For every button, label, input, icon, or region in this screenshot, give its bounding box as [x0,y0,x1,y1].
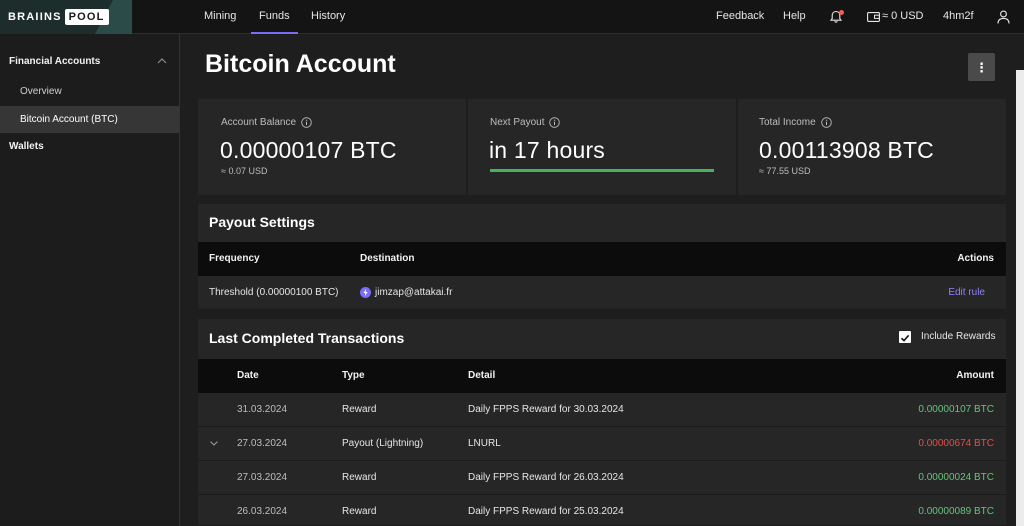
sidebar-section-wallets[interactable]: Wallets [9,141,44,152]
transaction-detail: Daily FPPS Reward for 25.03.2024 [468,506,624,517]
sidebar-item-bitcoin-account[interactable]: Bitcoin Account (BTC) [0,106,179,133]
transaction-type: Payout (Lightning) [342,438,424,449]
account-balance-usd: ≈ 0.07 USD [221,166,268,176]
nav-funds[interactable]: Funds [251,0,298,34]
payout-progress-bar [490,169,714,172]
account-balance-card: Account Balance 0.00000107 BTC ≈ 0.07 US… [198,99,466,195]
transaction-type: Reward [342,472,377,483]
payout-frequency: Threshold (0.00000100 BTC) [209,287,339,298]
transaction-detail: LNURL [468,438,501,449]
sidebar-item-overview[interactable]: Overview [0,78,179,105]
payout-settings-header [198,204,1006,242]
transaction-row[interactable]: 31.03.2024 Reward Daily FPPS Reward for … [198,393,1006,427]
page-title: Bitcoin Account [205,50,396,78]
payout-rule-row: Threshold (0.00000100 BTC) jimzap@attaka… [198,276,1006,310]
transaction-date: 26.03.2024 [237,506,288,517]
payout-progress-fill [490,169,714,172]
transaction-amount: 0.00000089 BTC [918,506,994,517]
checkmark-icon [900,334,910,342]
account-balance-value: 0.00000107 BTC [220,137,397,163]
top-bar: BRAIINS POOL Mining Funds History Feedba… [0,0,1024,34]
more-vertical-icon: ⋮ [975,59,988,75]
next-payout-value: in 17 hours [489,137,605,163]
transaction-row[interactable]: 27.03.2024 Reward Daily FPPS Reward for … [198,461,1006,495]
nav-history[interactable]: History [311,0,345,34]
wallet-balance[interactable]: ≈ 0 USD [882,0,924,34]
column-header-date: Date [237,370,259,381]
edit-rule-link[interactable]: Edit rule [948,276,985,309]
column-header-destination: Destination [360,253,415,264]
column-header-actions: Actions [957,253,994,264]
transaction-date: 27.03.2024 [237,472,288,483]
transactions-table-header: Date Type Detail Amount [198,359,1006,393]
transaction-date: 31.03.2024 [237,404,288,415]
payout-table-header: Frequency Destination Actions [198,242,1006,276]
chevron-down-icon[interactable] [210,441,218,446]
card-label: Account Balance [221,117,297,128]
transaction-row[interactable]: 27.03.2024 Payout (Lightning) LNURL 0.00… [198,427,1006,461]
transaction-amount: 0.00000107 BTC [918,404,994,415]
sidebar-section-financial-accounts[interactable]: Financial Accounts [9,56,100,67]
card-label: Total Income [759,117,816,128]
column-header-type: Type [342,370,365,381]
include-rewards-label[interactable]: Include Rewards [921,331,995,342]
logo-text-brains: BRAIINS [8,11,62,23]
wallet-icon[interactable] [867,11,880,22]
transactions-title: Last Completed Transactions [209,330,405,346]
user-icon[interactable] [997,10,1010,24]
logo[interactable]: BRAIINS POOL [0,0,132,34]
transaction-amount: 0.00000024 BTC [918,472,994,483]
column-header-detail: Detail [468,370,496,381]
column-header-amount: Amount [956,370,994,381]
include-rewards-checkbox[interactable] [899,331,911,343]
chevron-up-icon[interactable] [157,58,167,64]
more-options-button[interactable]: ⋮ [968,53,995,81]
info-icon[interactable] [549,117,561,128]
transaction-date: 27.03.2024 [237,438,288,449]
total-income-card: Total Income 0.00113908 BTC ≈ 77.55 USD [738,99,1006,195]
lightning-icon [360,287,371,298]
total-income-usd: ≈ 77.55 USD [759,166,811,176]
transaction-detail: Daily FPPS Reward for 30.03.2024 [468,404,624,415]
transaction-type: Reward [342,506,377,517]
info-icon[interactable] [820,117,832,128]
next-payout-card: Next Payout in 17 hours [468,99,736,195]
nav-feedback[interactable]: Feedback [716,0,764,34]
payout-destination: jimzap@attakai.fr [375,287,453,298]
transaction-detail: Daily FPPS Reward for 26.03.2024 [468,472,624,483]
logo-text-pool: POOL [64,9,109,25]
transaction-type: Reward [342,404,377,415]
card-label: Next Payout [490,117,545,128]
column-header-frequency: Frequency [209,253,260,264]
nav-mining[interactable]: Mining [204,0,236,34]
payout-settings-title: Payout Settings [209,214,315,230]
total-income-value: 0.00113908 BTC [759,137,934,163]
username[interactable]: 4hm2f [943,0,974,34]
nav-help[interactable]: Help [783,0,806,34]
info-icon[interactable] [301,117,312,128]
scrollbar[interactable] [1016,70,1024,526]
transaction-row[interactable]: 26.03.2024 Reward Daily FPPS Reward for … [198,495,1006,526]
notification-dot [839,10,844,15]
transaction-amount: 0.00000674 BTC [918,438,994,449]
